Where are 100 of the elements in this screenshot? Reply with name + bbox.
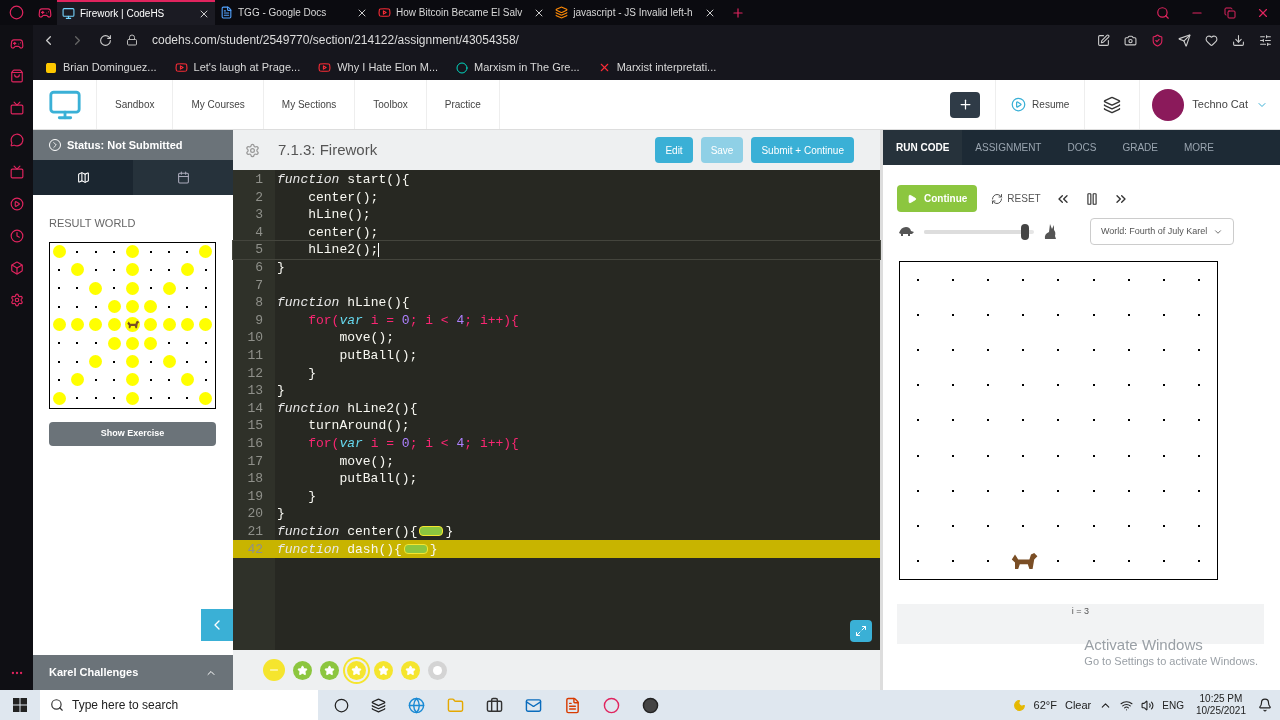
bookmark[interactable]: Marxist interpretati...: [597, 59, 717, 76]
windows-logo-icon[interactable]: [13, 698, 27, 712]
nav-link[interactable]: My Courses: [173, 80, 264, 129]
play-icon: [1011, 97, 1027, 112]
edit-icon[interactable]: [1097, 33, 1110, 47]
clock-icon[interactable]: [9, 229, 24, 243]
code-line: for(var i = 0; i < 4; i++){: [307, 434, 519, 453]
gamepad-icon[interactable]: [9, 37, 24, 51]
panel-tab[interactable]: GRADE: [1109, 130, 1171, 165]
add-button[interactable]: [950, 91, 981, 118]
code-line: move();: [338, 329, 395, 348]
line-number: 3: [254, 206, 263, 225]
browser-tab[interactable]: TGG - Google Docs: [215, 0, 373, 25]
panel-tab[interactable]: MORE: [1170, 130, 1227, 165]
panel-tab[interactable]: RUN CODE: [883, 130, 963, 165]
taskbar-search-field[interactable]: Type here to search: [40, 690, 318, 720]
volume-icon[interactable]: [1141, 698, 1155, 712]
star-badge-icon[interactable]: [401, 660, 420, 680]
bookmark[interactable]: Why I Hate Elon M...: [318, 59, 439, 76]
browser-tab[interactable]: Firework | CodeHS: [57, 0, 215, 25]
avatar-icon[interactable]: [1152, 88, 1185, 121]
star-badge-icon[interactable]: [320, 660, 339, 680]
exercise-title: 7.1.3: Firework: [278, 139, 379, 160]
line-number: 13: [246, 382, 263, 401]
stack-icon: [555, 6, 569, 19]
browser-tab[interactable]: How Bitcoin Became El Salv: [373, 0, 551, 25]
watermark-subtitle: Go to Settings to activate Windows.: [1084, 654, 1258, 668]
play-icon[interactable]: [9, 197, 24, 211]
panel-tab[interactable]: DOCS: [1054, 130, 1110, 165]
browser-icon[interactable]: [408, 696, 425, 714]
video-icon: [378, 6, 391, 19]
clock-date[interactable]: 10/25/2021: [1195, 705, 1246, 717]
expand-icon: [855, 625, 867, 637]
camera-icon[interactable]: [1124, 33, 1137, 47]
video-icon: [318, 61, 332, 74]
line-number: 14: [246, 399, 263, 418]
fold-marker-icon[interactable]: [403, 544, 428, 555]
browser-tab[interactable]: javascript - JS Invalid left-h: [550, 0, 721, 25]
resume-button[interactable]: Resume: [996, 80, 1086, 129]
pause-icon[interactable]: [1084, 191, 1099, 206]
bookmark[interactable]: Marxism in The Gre...: [456, 59, 580, 76]
world-select[interactable]: World: Fourth of July Karel: [1090, 218, 1235, 245]
heart-icon[interactable]: [1205, 33, 1218, 47]
play-icon: [907, 193, 917, 204]
line-number: 21: [246, 522, 263, 541]
settings-icon[interactable]: [1259, 33, 1272, 47]
search-icon: [50, 698, 64, 712]
nav-link[interactable]: Toolbox: [355, 80, 427, 129]
screen-icon[interactable]: [9, 165, 24, 179]
nav-link[interactable]: My Sections: [263, 80, 356, 129]
code-line: function dash(){ }: [277, 540, 438, 559]
app-icon[interactable]: [642, 696, 659, 714]
code-line: function hLine2(){: [277, 399, 418, 418]
bookmark[interactable]: Brian Dominguez...: [45, 59, 157, 76]
reload-icon[interactable]: [99, 33, 112, 47]
line-number: 15: [246, 417, 263, 436]
clock-time[interactable]: 10:25 PM: [1199, 693, 1243, 705]
video-icon: [174, 61, 188, 74]
show-exercise-button[interactable]: Show Exercise: [49, 421, 216, 446]
language-indicator[interactable]: ENG: [1162, 697, 1184, 713]
bag-icon[interactable]: [9, 69, 24, 83]
cube-icon[interactable]: [9, 261, 24, 275]
wifi-icon[interactable]: [1120, 698, 1134, 712]
expand-button[interactable]: [850, 620, 872, 642]
user-name[interactable]: Techno Cat: [1192, 96, 1248, 113]
plus-icon: [957, 97, 973, 112]
nav-link[interactable]: Practice: [426, 80, 500, 129]
weather-text: Clear: [1064, 697, 1092, 713]
calendar-icon: [176, 171, 190, 184]
nav-link[interactable]: Sandbox: [97, 80, 174, 129]
line-number: 5: [254, 241, 263, 260]
restore-icon[interactable]: [1224, 6, 1236, 19]
notifications-icon[interactable]: [1258, 698, 1272, 712]
reset-button[interactable]: RESET: [991, 191, 1041, 206]
text-cursor: [378, 243, 380, 258]
line-number: 4: [254, 223, 263, 242]
code-line: center();: [307, 223, 379, 242]
gamepad-icon[interactable]: [38, 5, 52, 20]
ring-icon: [456, 61, 469, 74]
fold-marker-icon[interactable]: [419, 526, 444, 537]
bookmark[interactable]: Let's laugh at Prage...: [174, 59, 301, 76]
search-icon[interactable]: [1156, 5, 1170, 20]
tv-icon[interactable]: [9, 101, 24, 115]
code-line: hLine();: [307, 206, 371, 225]
panel-tab[interactable]: [33, 160, 133, 195]
status-bar[interactable]: Status: Not Submitted: [33, 130, 233, 160]
speed-slider[interactable]: [924, 223, 1034, 240]
line-number: 11: [246, 347, 263, 365]
code-line: move();: [338, 452, 395, 471]
download-icon[interactable]: [1232, 33, 1245, 47]
star-badge-icon[interactable]: [293, 660, 312, 680]
shield-icon[interactable]: [1151, 33, 1164, 47]
note-icon: [45, 61, 57, 74]
send-icon[interactable]: [1178, 33, 1191, 47]
star-badge-icon[interactable]: [374, 660, 393, 680]
panel-tab[interactable]: ASSIGNMENT: [962, 130, 1055, 165]
chat-icon[interactable]: [9, 133, 24, 147]
mail-icon[interactable]: [525, 696, 542, 714]
challenges-bar[interactable]: Karel Challenges: [33, 655, 233, 690]
code-line: for(var i = 0; i < 4; i++){: [307, 311, 519, 330]
